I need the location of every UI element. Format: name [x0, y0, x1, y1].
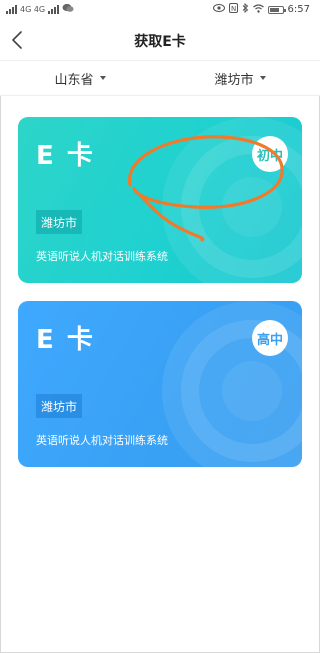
wifi-icon — [252, 3, 264, 16]
nav-bar: 获取E卡 — [0, 20, 320, 61]
bluetooth-icon — [242, 2, 249, 16]
cell-signal-icon — [6, 4, 17, 14]
wechat-icon — [62, 3, 74, 15]
city-label: 潍坊市 — [214, 72, 254, 88]
cell-signal-icon-2 — [48, 4, 60, 14]
ecard-junior-high[interactable]: E 卡 初中 潍坊市 英语听说人机对话训练系统 — [18, 117, 302, 283]
card-subtitle: 英语听说人机对话训练系统 — [36, 434, 168, 447]
status-right: N 6:57 — [212, 2, 310, 16]
level-badge: 初中 — [252, 136, 288, 172]
page-title: 获取E卡 — [134, 34, 186, 50]
province-label: 山东省 — [54, 72, 94, 88]
caret-down-icon — [99, 76, 106, 80]
nfc-icon: N — [228, 3, 238, 16]
status-left: 4G 4G — [6, 3, 74, 15]
card-title: E 卡 — [36, 141, 95, 171]
eye-icon — [212, 4, 225, 15]
status-time: 6:57 — [287, 4, 310, 15]
card-title: E 卡 — [36, 325, 95, 355]
city-dropdown[interactable]: 潍坊市 — [160, 61, 320, 95]
ecard-senior-high[interactable]: E 卡 高中 潍坊市 英语听说人机对话训练系统 — [18, 301, 302, 467]
province-dropdown[interactable]: 山东省 — [0, 61, 160, 95]
svg-text:N: N — [231, 5, 236, 13]
battery-icon — [267, 5, 286, 14]
city-tag: 潍坊市 — [36, 394, 83, 418]
card-subtitle: 英语听说人机对话训练系统 — [36, 250, 168, 263]
status-bar: 4G 4G N 6:57 — [0, 0, 320, 20]
caret-down-icon — [259, 76, 266, 80]
filter-bar: 山东省 潍坊市 — [0, 61, 320, 96]
network-type-label: 4G 4G — [20, 4, 46, 14]
level-badge: 高中 — [252, 320, 288, 356]
city-tag: 潍坊市 — [36, 210, 83, 234]
